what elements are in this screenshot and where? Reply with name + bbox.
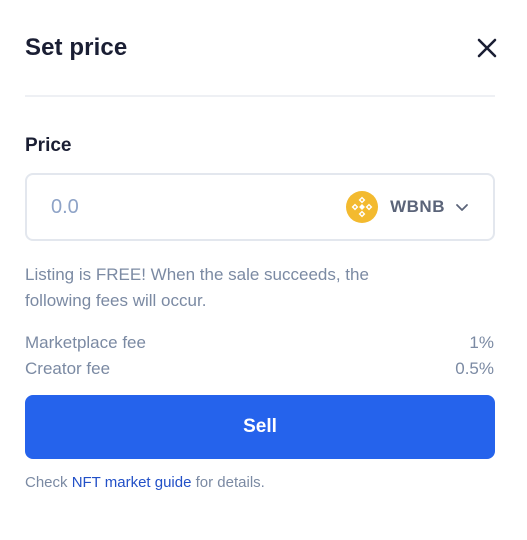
chevron-down-icon xyxy=(456,204,468,211)
close-icon xyxy=(477,38,497,58)
header-divider xyxy=(25,95,495,97)
price-input[interactable] xyxy=(49,194,253,220)
nft-market-guide-link[interactable]: NFT market guide xyxy=(72,474,192,491)
set-price-modal: Set price Price 0.0 WBNB Listing is FREE… xyxy=(0,0,527,540)
modal-header: Set price xyxy=(25,28,497,68)
guide-prefix: Check xyxy=(25,474,72,491)
fee-label: Creator fee xyxy=(25,359,111,378)
currency-selector[interactable]: WBNB xyxy=(346,191,469,223)
price-field: WBNB xyxy=(25,173,495,241)
fee-value: 0.5% xyxy=(455,359,494,378)
fee-value: 1% xyxy=(469,333,494,352)
guide-suffix: for details. xyxy=(191,474,265,491)
fee-row-creator: Creator fee 0.5% xyxy=(25,357,494,381)
currency-label: WBNB xyxy=(390,197,445,216)
sell-button[interactable]: Sell xyxy=(25,395,495,459)
close-button[interactable] xyxy=(473,34,501,62)
fee-label: Marketplace fee xyxy=(25,333,146,352)
listing-notice: Listing is FREE! When the sale succeeds,… xyxy=(25,265,369,310)
fee-row-marketplace: Marketplace fee 1% xyxy=(25,331,494,355)
guide-text: Check NFT market guide for details. xyxy=(25,474,265,491)
modal-title: Set price xyxy=(25,34,128,61)
bnb-coin-icon xyxy=(346,191,379,223)
price-label: Price xyxy=(25,135,72,156)
